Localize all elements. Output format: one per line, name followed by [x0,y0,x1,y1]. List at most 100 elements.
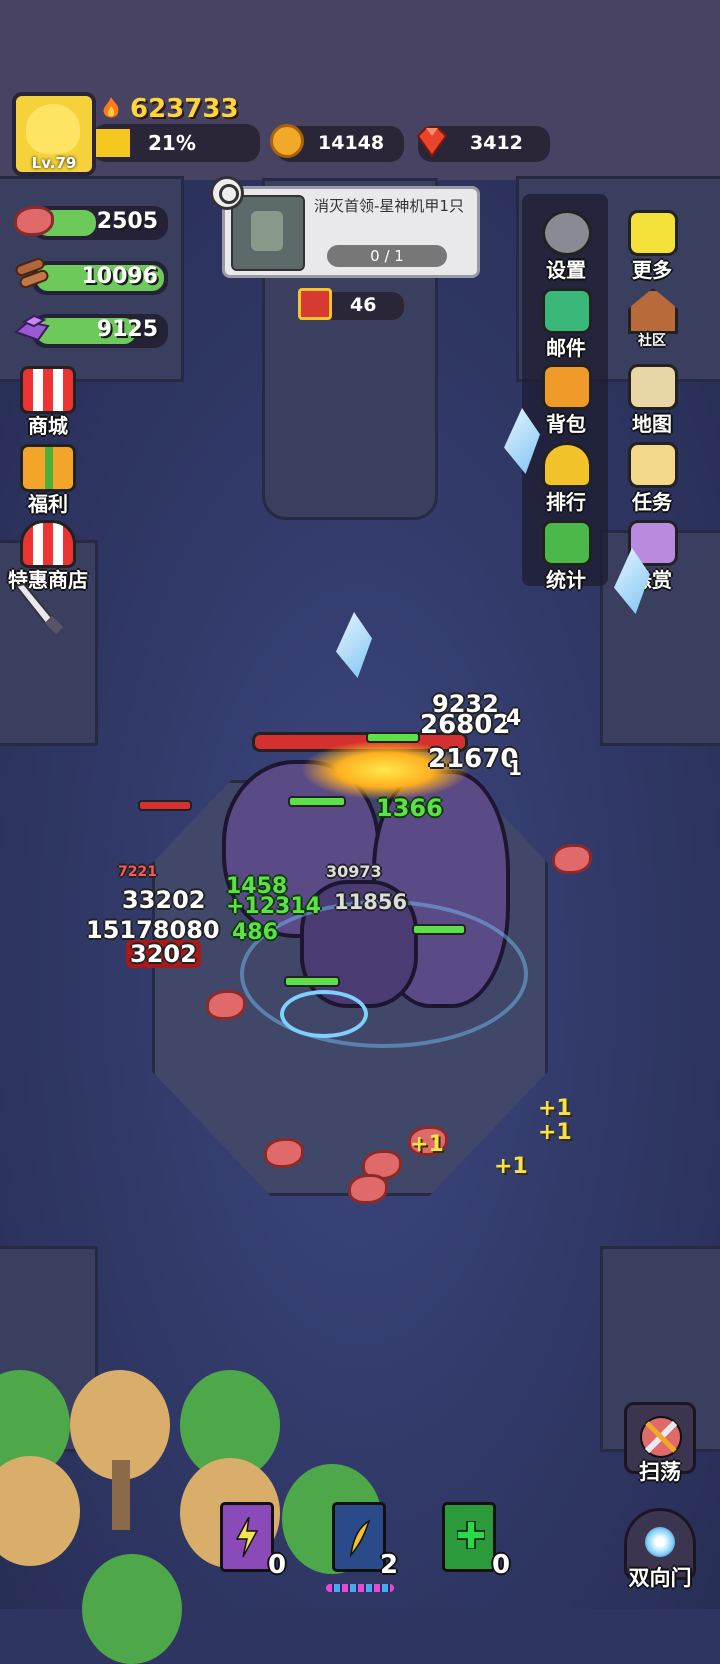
special-shop-icon [20,520,76,568]
sword-icon [14,582,64,635]
ruby-icon [416,127,448,158]
heal-book-icon[interactable] [442,1502,496,1572]
meat-drop[interactable] [552,844,592,874]
damage-number: 21670 [428,744,519,774]
damage-number: 33202 [122,886,206,914]
xp-bar: 21% [92,124,260,162]
fire-icon [103,97,119,118]
boss-portrait [231,195,305,271]
statistics-label: 统计 [546,568,586,592]
player-avatar[interactable]: Lv.79 [12,92,96,176]
damage-number: 486 [232,920,278,945]
wing-book-count: 2 [380,1550,399,1580]
map-button[interactable]: 地图 [614,360,690,438]
quest-progress: 0 / 1 [327,245,447,267]
statistics-button[interactable]: 统计 [528,516,604,594]
damage-number: 26802 [420,710,511,740]
map-icon [628,364,678,410]
gem-amount: 3412 [470,132,523,154]
heal-book-count: 0 [492,1550,511,1580]
portal-label: 双向门 [628,1566,692,1590]
meat-amount: 2505 [96,209,158,234]
backpack-icon [542,364,592,410]
damage-number: +12314 [226,894,321,919]
hero-hp-bar [284,976,340,987]
wood-amount: 10096 [81,264,158,289]
wood-logs-icon [15,258,49,289]
gear-icon [542,210,592,256]
shop-label: 商城 [28,414,68,438]
pickup-popup: +1 [410,1132,444,1157]
ore-resource: 9125 [32,314,168,348]
quests-label: 任务 [632,490,672,514]
settings-label: 设置 [546,258,586,282]
tree-trunk [112,1460,130,1530]
player-level: Lv.79 [31,154,77,172]
quests-button[interactable]: 任务 [614,438,690,516]
shop-stall-icon [20,366,76,414]
magnifier-icon[interactable] [210,176,244,210]
meat-drop[interactable] [264,1138,304,1168]
xp-fill [96,129,130,157]
more-label: 更多 [632,258,672,282]
book-icon [542,520,592,566]
damage-number: 1366 [376,794,443,822]
more-cards-icon [628,210,678,256]
combat-power: 623733 [130,94,239,124]
ore-amount: 9125 [96,317,158,342]
tree [82,1554,182,1664]
portal-button[interactable]: 双向门 [622,1508,698,1590]
meat-drop[interactable] [206,990,246,1020]
sweep-button[interactable]: 扫荡 [622,1402,698,1484]
mail-icon [542,288,592,334]
lightning-book-icon[interactable] [220,1502,274,1572]
trophy-icon [542,442,592,488]
duck-portrait-icon [26,104,80,154]
shop-button[interactable]: 商城 [6,364,90,444]
damage-number: 7221 [118,864,157,880]
wing-book-icon[interactable] [332,1502,386,1572]
treasure-chest-icon [298,288,332,320]
orb-indicator [326,1584,394,1592]
sweep-label: 扫荡 [639,1460,681,1484]
settings-button[interactable]: 设置 [528,206,604,284]
skill-ring [240,900,528,1048]
meat-drop[interactable] [348,1174,388,1204]
more-button[interactable]: 更多 [614,206,690,284]
damage-number: 4 [506,706,522,731]
community-button[interactable]: 社区 [614,284,690,362]
damage-number: 30973 [326,862,382,881]
backpack-button[interactable]: 背包 [528,360,604,438]
coin-amount: 14148 [318,132,385,154]
welfare-label: 福利 [28,492,68,516]
pickup-popup: +1 [538,1120,572,1145]
wood-resource: 10096 [32,261,168,295]
community-label: 社区 [638,333,666,349]
purple-ore-icon [14,314,50,342]
xp-percent: 21% [148,131,196,155]
quest-scroll-icon [628,442,678,488]
quest-card[interactable]: 消灭首领-星神机甲1只 0 / 1 [222,186,480,278]
damage-number: 1 [508,756,522,780]
hero-target-ring [280,990,368,1038]
ranking-button[interactable]: 排行 [528,438,604,516]
damage-number: 3202 [126,940,201,968]
gift-box-icon [20,444,76,492]
mail-label: 邮件 [546,336,586,360]
quest-title: 消灭首领-星神机甲1只 [314,197,464,215]
mail-button[interactable]: 邮件 [528,284,604,362]
pickup-popup: +1 [538,1096,572,1121]
pickup-popup: +1 [494,1154,528,1179]
hero-hp-bar [366,732,420,743]
hero-hp-bar [138,800,192,811]
coin-icon [270,124,304,158]
ranking-label: 排行 [546,490,586,514]
house-icon [628,288,678,334]
map-label: 地图 [632,412,672,436]
meat-icon [14,206,54,236]
welfare-button[interactable]: 福利 [6,442,90,522]
hero-hp-bar [412,924,466,935]
lightning-book-count: 0 [268,1550,287,1580]
hero-hp-bar [288,796,346,807]
chest-count: 46 [350,294,377,316]
